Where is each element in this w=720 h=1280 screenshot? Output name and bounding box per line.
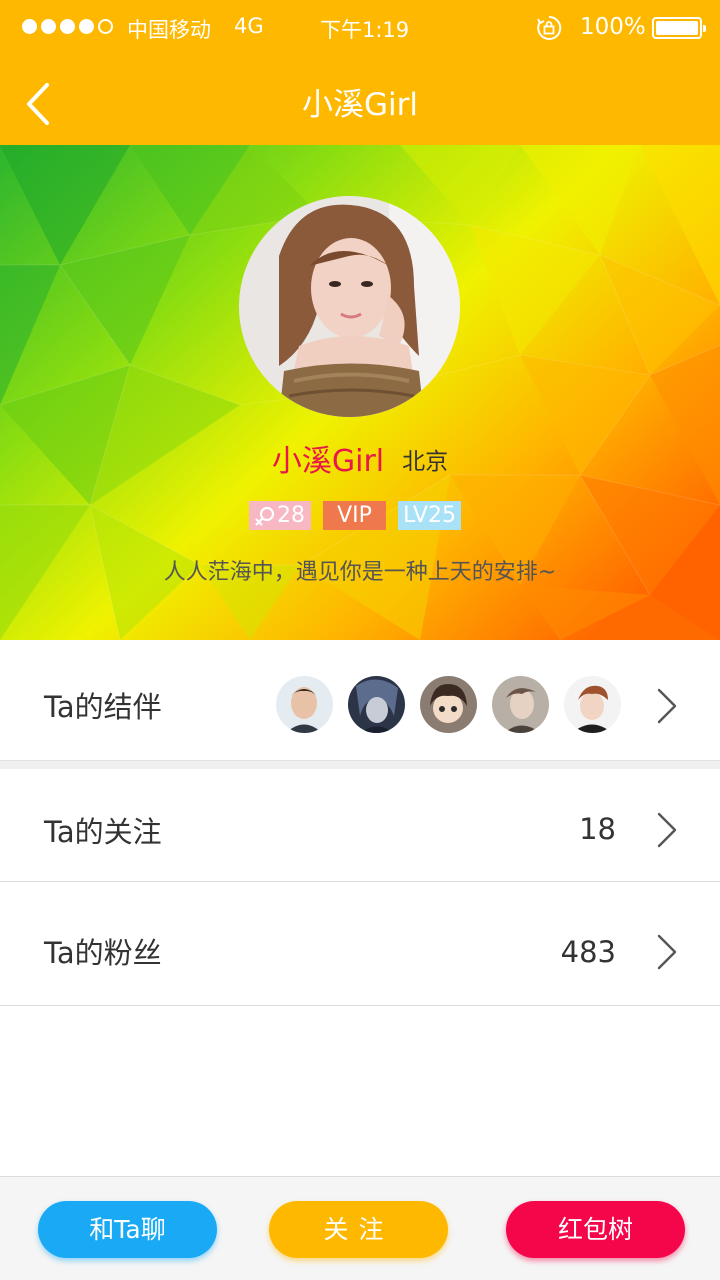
red-packet-tree-button[interactable]: 红包树 <box>506 1201 685 1258</box>
bottom-action-bar: 和Ta聊 关注 红包树 <box>0 1176 720 1280</box>
companion-avatar[interactable] <box>276 676 333 733</box>
profile-header: 小溪Girl 北京 28 VIP LV25 人人茫海中，遇见你是一种上天的安排~ <box>0 145 720 640</box>
signal-strength-icon <box>22 19 113 34</box>
avatar-image <box>239 196 460 417</box>
clock: 下午1:19 <box>320 18 410 42</box>
level-badge: LV25 <box>398 501 461 530</box>
following-label: Ta的关注 <box>44 815 162 849</box>
companion-avatar[interactable] <box>564 676 621 733</box>
battery-percent: 100% <box>580 14 646 40</box>
chevron-right-icon <box>657 688 677 724</box>
companions-label: Ta的结伴 <box>44 690 162 724</box>
section-divider <box>0 761 720 769</box>
profile-badges: 28 VIP LV25 <box>249 501 461 530</box>
follow-button[interactable]: 关注 <box>269 1201 448 1258</box>
vip-badge: VIP <box>323 501 386 530</box>
profile-name-row: 小溪Girl 北京 <box>0 442 720 482</box>
companion-avatar[interactable] <box>420 676 477 733</box>
companions-row[interactable]: Ta的结伴 <box>0 640 720 761</box>
fans-label: Ta的粉丝 <box>44 936 162 970</box>
fans-row[interactable]: Ta的粉丝 483 <box>0 882 720 1006</box>
back-button[interactable] <box>10 74 66 134</box>
companion-avatar[interactable] <box>492 676 549 733</box>
companion-avatar[interactable] <box>348 676 405 733</box>
chat-button[interactable]: 和Ta聊 <box>38 1201 217 1258</box>
female-icon <box>255 506 275 526</box>
profile-city: 北京 <box>402 449 449 475</box>
age-badge: 28 <box>249 501 311 530</box>
age-value: 28 <box>277 503 305 528</box>
status-bar: 中国移动 4G 下午1:19 100% <box>0 0 720 56</box>
carrier-name: 中国移动 <box>127 18 211 42</box>
profile-name: 小溪Girl <box>271 444 385 479</box>
fans-count: 483 <box>560 935 616 969</box>
following-row[interactable]: Ta的关注 18 <box>0 769 720 882</box>
network-type: 4G <box>234 14 264 38</box>
profile-avatar[interactable] <box>239 196 460 417</box>
profile-bio: 人人茫海中，遇见你是一种上天的安排~ <box>163 560 557 585</box>
page-title: 小溪Girl <box>302 87 418 123</box>
rotation-lock-icon <box>537 15 562 40</box>
chevron-right-icon <box>657 934 677 970</box>
following-count: 18 <box>579 812 616 846</box>
header-bar: 中国移动 4G 下午1:19 100% 小溪Girl <box>0 0 720 145</box>
chevron-left-icon <box>27 83 49 125</box>
chevron-right-icon <box>657 812 677 848</box>
battery-icon <box>652 17 706 39</box>
companion-avatars <box>276 676 621 733</box>
